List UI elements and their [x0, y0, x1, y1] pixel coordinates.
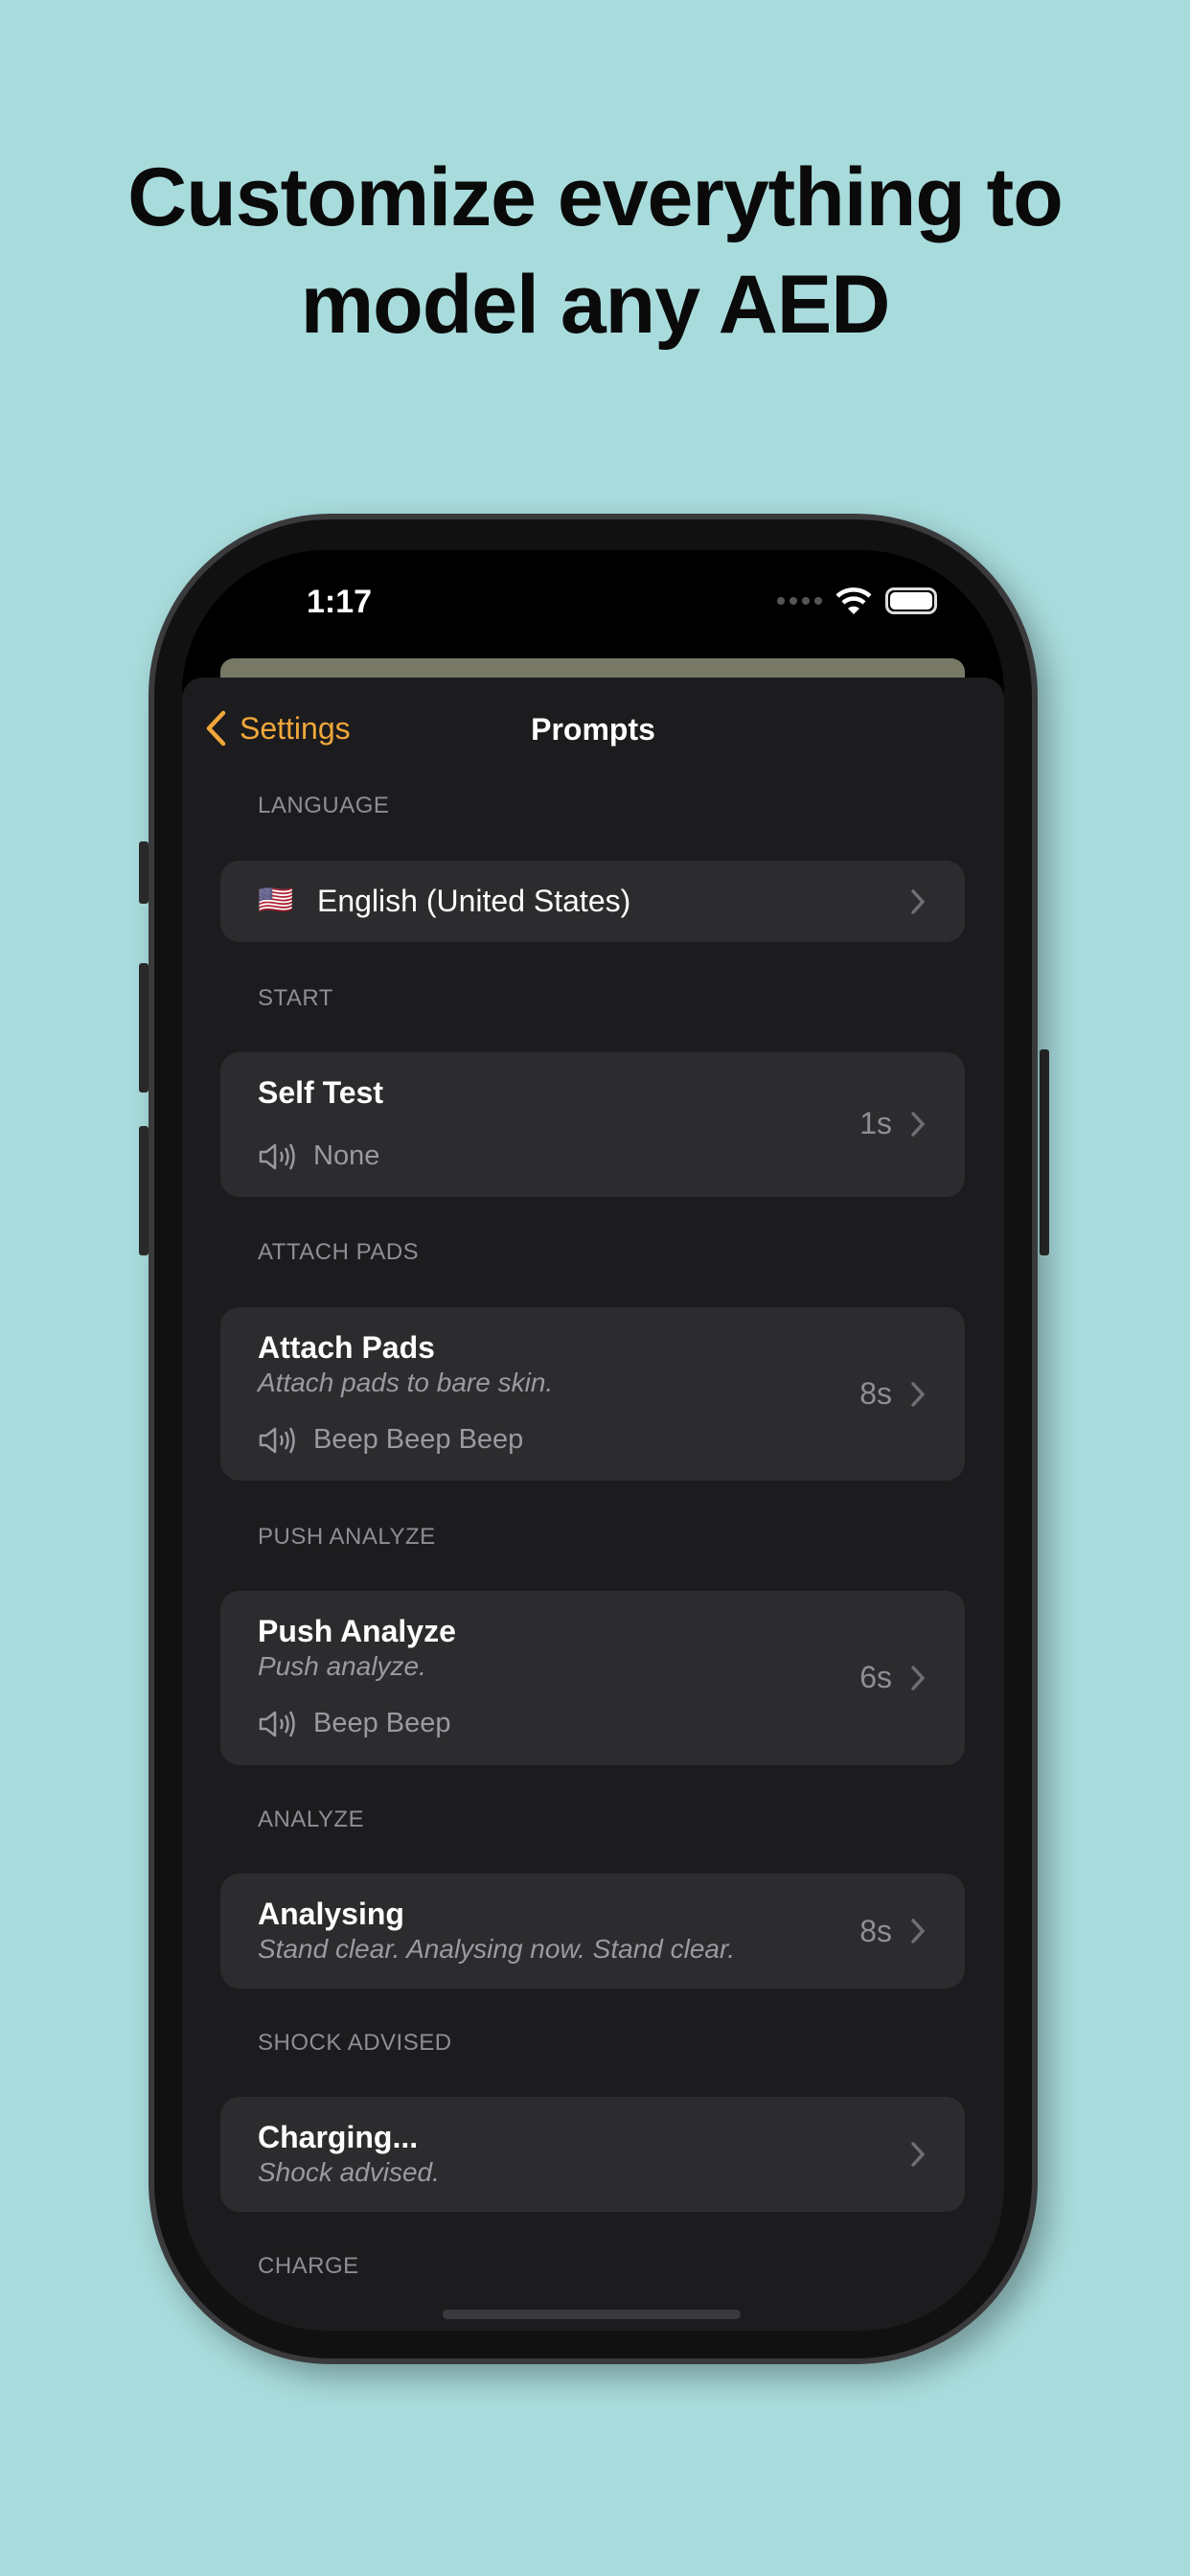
- speaker-icon: [259, 1142, 295, 1170]
- language-value: English (United States): [317, 884, 631, 918]
- prompt-duration: 8s: [859, 1376, 892, 1411]
- chevron-right-icon: [911, 1382, 926, 1407]
- section-header: LANGUAGE: [258, 793, 390, 818]
- prompt-sound: Beep Beep Beep: [258, 1424, 523, 1456]
- prompt-subtitle: Attach pads to bare skin.: [258, 1368, 554, 1397]
- chevron-right-icon: [911, 1919, 926, 1944]
- wifi-icon: [835, 587, 872, 614]
- silent-switch: [139, 841, 149, 904]
- chevron-right-icon: [911, 1112, 926, 1137]
- sound-label: Beep Beep: [313, 1708, 451, 1738]
- prompt-duration: 6s: [859, 1660, 892, 1694]
- home-indicator[interactable]: [443, 2310, 741, 2319]
- prompt-subtitle: Shock advised.: [258, 2157, 440, 2187]
- speaker-icon: [259, 1710, 295, 1737]
- section-header: CHARGE: [258, 2253, 359, 2279]
- prompt-row-charging[interactable]: Charging... Shock advised.: [220, 2097, 965, 2212]
- prompts-sheet: Settings Prompts LANGUAGE 🇺🇸 English (Un…: [182, 678, 1004, 2331]
- prompt-sound: None: [258, 1140, 379, 1172]
- phone-screen: 1:17 Settings Prompts LANGUAGE 🇺🇸 Englis…: [182, 550, 1004, 2331]
- sound-label: Beep Beep Beep: [313, 1424, 524, 1455]
- cellular-icon: [777, 597, 822, 605]
- section-header: PUSH ANALYZE: [258, 1524, 436, 1550]
- page-title: Prompts: [531, 712, 655, 747]
- chevron-right-icon: [911, 1666, 926, 1690]
- speaker-icon: [259, 1426, 295, 1454]
- prompt-subtitle: Stand clear. Analysing now. Stand clear.: [258, 1934, 736, 1964]
- prompt-row-push-analyze[interactable]: Push Analyze Push analyze. Beep Beep 6s: [220, 1591, 965, 1765]
- prompt-subtitle: Push analyze.: [258, 1651, 426, 1681]
- section-header: ANALYZE: [258, 1806, 365, 1832]
- headline: Customize everything to model any AED: [127, 151, 1064, 351]
- prompt-row-self-test[interactable]: Self Test None 1s: [220, 1052, 965, 1197]
- prompt-title: Push Analyze: [258, 1614, 456, 1648]
- prompt-row-attach-pads[interactable]: Attach Pads Attach pads to bare skin. Be…: [220, 1307, 965, 1481]
- volume-up-button: [139, 963, 149, 1092]
- section-header: ATTACH PADS: [258, 1239, 420, 1265]
- status-time: 1:17: [307, 584, 373, 620]
- prompt-duration: 1s: [859, 1106, 892, 1140]
- chevron-right-icon: [911, 889, 926, 914]
- prompt-title: Attach Pads: [258, 1330, 435, 1365]
- status-icons: [777, 586, 937, 615]
- us-flag-icon: 🇺🇸: [258, 885, 294, 916]
- battery-icon: [885, 587, 937, 614]
- prompt-duration: 8s: [859, 1914, 892, 1948]
- prompt-title: Charging...: [258, 2120, 419, 2154]
- prompt-title: Self Test: [258, 1075, 383, 1110]
- section-header: START: [258, 985, 333, 1011]
- sound-label: None: [313, 1140, 380, 1171]
- chevron-right-icon: [911, 2142, 926, 2167]
- prompt-sound: Beep Beep: [258, 1708, 451, 1739]
- language-row[interactable]: 🇺🇸 English (United States): [220, 861, 965, 942]
- prompt-row-analysing[interactable]: Analysing Stand clear. Analysing now. St…: [220, 1874, 965, 1989]
- prompt-title: Analysing: [258, 1897, 404, 1931]
- volume-down-button: [139, 1126, 149, 1255]
- side-button: [1040, 1049, 1049, 1255]
- section-header: SHOCK ADVISED: [258, 2030, 452, 2056]
